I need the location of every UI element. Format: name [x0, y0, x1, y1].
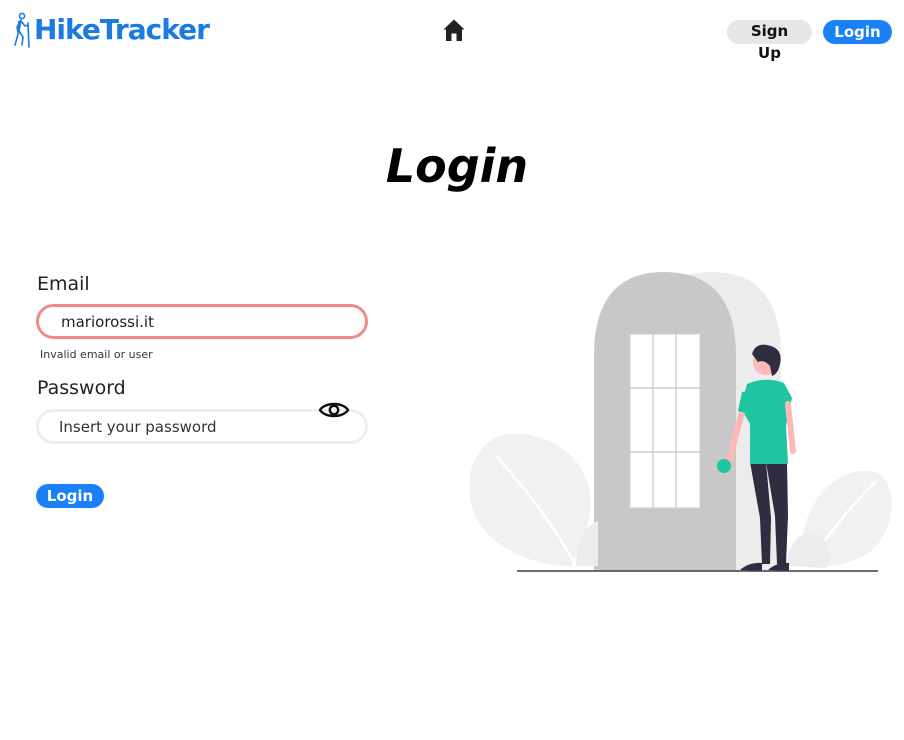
- brand-name: HikeTracker: [34, 13, 210, 46]
- page-title: Login: [385, 139, 529, 193]
- login-nav-button[interactable]: Login: [823, 20, 892, 44]
- email-label: Email: [37, 273, 90, 295]
- home-icon[interactable]: [442, 18, 466, 42]
- password-label: Password: [37, 377, 126, 399]
- email-error-text: Invalid email or user: [40, 348, 153, 361]
- door-illustration: [469, 272, 892, 572]
- navbar: HikeTracker Sign Up Login: [0, 0, 904, 64]
- eye-icon[interactable]: [318, 398, 350, 422]
- signup-button[interactable]: Sign Up: [727, 20, 812, 62]
- email-field[interactable]: [36, 304, 368, 339]
- hiker-icon: [14, 12, 30, 48]
- login-submit-button[interactable]: Login: [36, 484, 104, 508]
- brand-logo[interactable]: HikeTracker: [12, 12, 210, 48]
